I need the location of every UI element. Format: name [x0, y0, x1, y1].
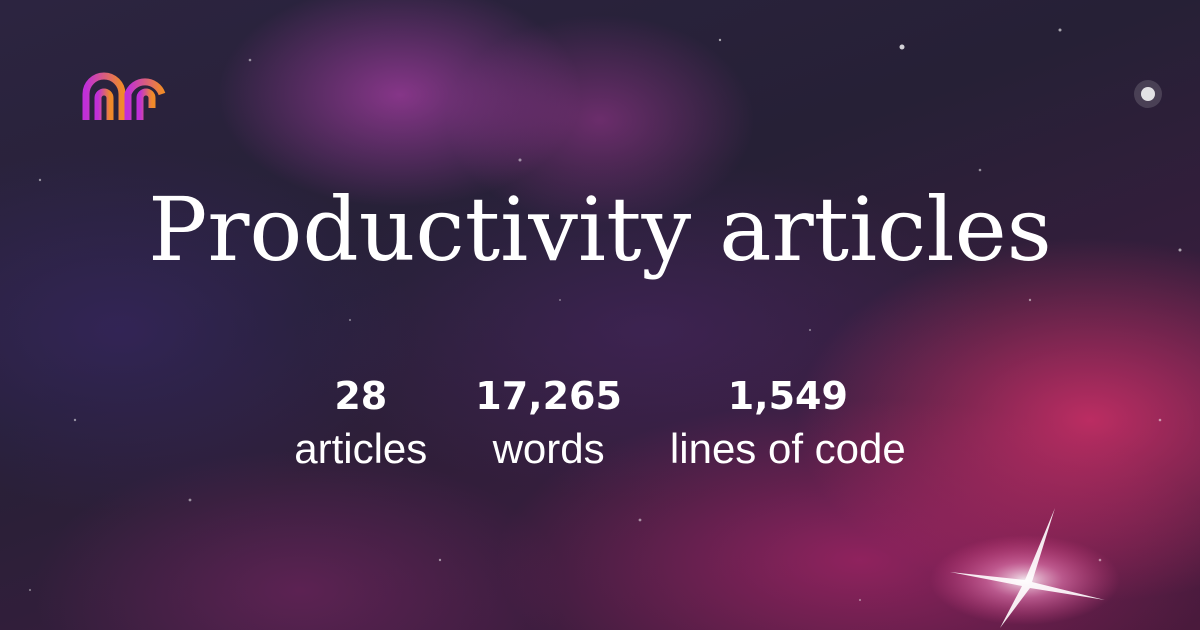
- stat-value: 1,549: [727, 374, 848, 418]
- stat-lines-of-code: 1,549 lines of code: [670, 372, 906, 478]
- stat-label: lines of code: [669, 425, 906, 472]
- sparkle-star-icon: [930, 508, 1120, 628]
- social-card: Productivity articles 28 articles 17,265…: [0, 0, 1200, 630]
- stat-articles: 28 articles: [294, 372, 427, 478]
- stat-label: articles: [294, 425, 428, 472]
- stats-row: 28 articles 17,265 words 1,549 lines of …: [0, 372, 1200, 478]
- stat-label: words: [492, 425, 605, 472]
- stat-value: 28: [334, 374, 388, 418]
- stat-value: 17,265: [475, 374, 622, 418]
- stat-words: 17,265 words: [475, 372, 622, 478]
- arch-logo-icon: [82, 72, 166, 120]
- page-title: Productivity articles: [148, 178, 1052, 281]
